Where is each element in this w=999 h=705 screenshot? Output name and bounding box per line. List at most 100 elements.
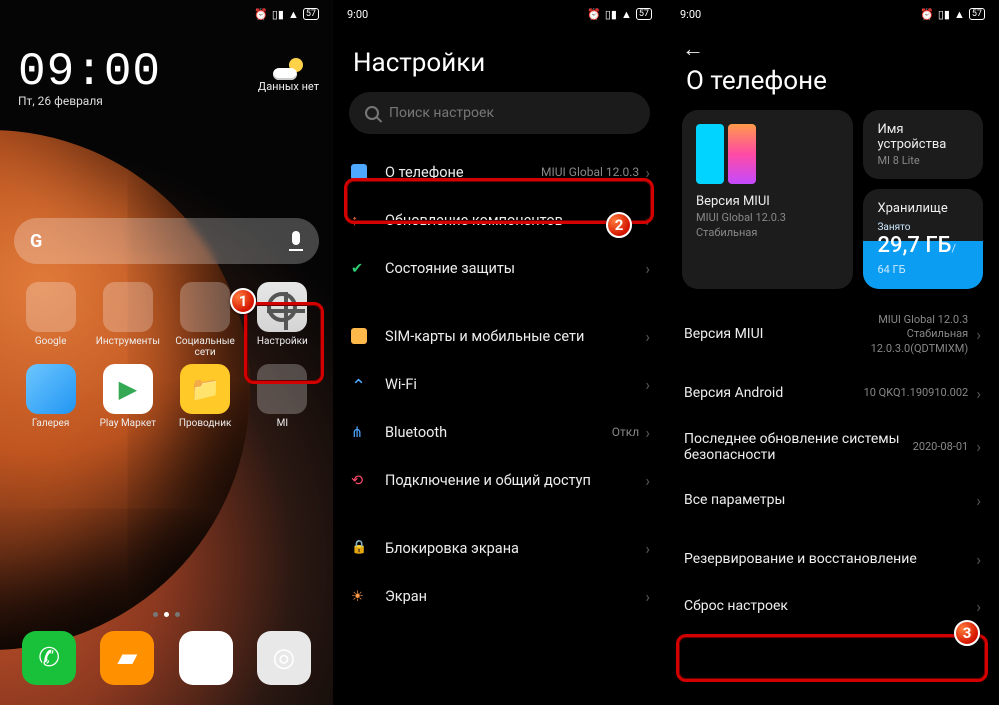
clock-date: Пт, 26 февраля: [18, 94, 315, 108]
settings-row-shield[interactable]: ✔Состояние защиты ›: [333, 244, 666, 292]
app-Социальные сети[interactable]: Социальные сети: [167, 282, 244, 358]
alarm-icon: ⏰: [587, 8, 601, 21]
chevron-right-icon: ›: [645, 163, 650, 182]
settings-row-display[interactable]: ☀ Экран›: [333, 572, 666, 620]
chevron-right-icon: ›: [645, 327, 650, 346]
about-row[interactable]: Все параметры›: [666, 477, 999, 524]
device-name-card[interactable]: Имя устройства MI 8 Lite: [863, 110, 983, 179]
row-label: Подключение и общий доступ: [385, 472, 645, 489]
about-row[interactable]: Резервирование и восстановление›: [666, 536, 999, 583]
app-label: Google: [35, 336, 67, 358]
google-search-bar[interactable]: G: [14, 218, 319, 264]
share-icon: ⟲: [349, 470, 369, 490]
signal-icon: ▯▮: [605, 8, 617, 21]
about-row[interactable]: Последнее обновление системы безопасност…: [666, 417, 999, 477]
app-Инструменты[interactable]: Инструменты: [89, 282, 166, 358]
status-bar: 9:00 ⏰ ▯▮ ▲ 57: [666, 0, 999, 28]
settings-icon[interactable]: [257, 282, 307, 332]
app-Play Маркет[interactable]: ▶Play Маркет: [89, 364, 166, 440]
about-row[interactable]: Сброс настроек›: [666, 583, 999, 630]
update-icon: ↑: [349, 210, 369, 230]
page-title: Настройки: [333, 28, 666, 92]
row-label: Экран: [385, 588, 645, 605]
row-label: Обновление компонентов: [385, 212, 636, 229]
app-Google[interactable]: Google: [12, 282, 89, 358]
chevron-right-icon: ›: [976, 597, 981, 616]
settings-row-wifi[interactable]: ⌃Wi-Fi ›: [333, 360, 666, 408]
app-Проводник[interactable]: 📁Проводник: [167, 364, 244, 440]
wifi-icon: ▲: [288, 8, 299, 21]
google-g-icon: G: [30, 231, 42, 252]
page-indicator[interactable]: [0, 612, 333, 617]
card-sub: Стабильная: [696, 226, 839, 239]
dock-messages[interactable]: ▰: [100, 631, 154, 685]
storage-busy-label: Занято: [877, 222, 969, 233]
row-label: Версия MIUI: [684, 326, 871, 342]
storage-used: 29,7 ГБ: [877, 233, 951, 258]
chevron-right-icon: ›: [976, 325, 981, 344]
mic-icon[interactable]: [289, 231, 303, 251]
chevron-right-icon: ›: [645, 587, 650, 606]
signal-icon: ▯▮: [272, 8, 284, 21]
about-phone-screen: 9:00 ⏰ ▯▮ ▲ 57 ← О телефоне Версия MIUI …: [666, 0, 999, 705]
settings-row-update[interactable]: ↑Обновление компонентов ›: [333, 196, 666, 244]
wifi-icon: ▲: [954, 8, 965, 21]
app-label: Проводник: [179, 418, 232, 440]
home-screen: ⏰ ▯▮ ▲ 57 09:00 Пт, 26 февраля Данных не…: [0, 0, 333, 705]
row-label: Версия Android: [684, 385, 864, 401]
app-label: Галерея: [32, 418, 69, 440]
miui-version-card[interactable]: Версия MIUI MIUI Global 12.0.3 Стабильна…: [682, 110, 853, 289]
chevron-right-icon: ›: [645, 259, 650, 278]
settings-row-bt[interactable]: ⋔BluetoothОткл›: [333, 408, 666, 456]
storage-card[interactable]: Хранилище Занято 29,7 ГБ/ 64 ГБ: [863, 189, 983, 289]
app-MI[interactable]: MI: [244, 364, 321, 440]
row-label: Блокировка экрана: [385, 540, 645, 557]
page-title: О телефоне: [666, 62, 999, 110]
lock-icon: 🔒: [349, 538, 369, 558]
card-label: Хранилище: [877, 201, 969, 216]
status-bar: ⏰ ▯▮ ▲ 57: [0, 0, 333, 28]
row-label: О телефоне: [385, 164, 541, 181]
app-label: Инструменты: [96, 336, 160, 358]
row-label: Резервирование и восстановление: [684, 551, 968, 567]
miui-logo: [696, 124, 756, 184]
alarm-icon: ⏰: [920, 8, 934, 21]
battery-icon: 57: [969, 8, 985, 20]
dock-camera[interactable]: ◎: [257, 631, 311, 685]
search-placeholder: Поиск настроек: [389, 105, 494, 121]
status-time: 9:00: [680, 8, 920, 21]
back-button[interactable]: ←: [666, 28, 999, 62]
wifi-icon: ⌃: [349, 374, 369, 394]
signal-icon: ▯▮: [938, 8, 950, 21]
dock-chrome[interactable]: ◉: [179, 631, 233, 685]
row-label: Bluetooth: [385, 424, 612, 441]
settings-row-about[interactable]: О телефонеMIUI Global 12.0.3 ›: [333, 148, 666, 196]
status-time: 9:00: [347, 8, 587, 21]
about-row[interactable]: Версия MIUIMIUI Global 12.0.3Стабильная1…: [666, 299, 999, 370]
sim-icon: [349, 326, 369, 346]
shield-icon: ✔: [349, 258, 369, 278]
chevron-right-icon: ›: [645, 539, 650, 558]
row-value: MIUI Global 12.0.3Стабильная12.0.3.0(QDT…: [871, 313, 969, 356]
app-label: Социальные сети: [167, 336, 244, 358]
settings-search[interactable]: Поиск настроек: [349, 92, 650, 134]
dock-phone[interactable]: ✆: [22, 631, 76, 685]
chevron-right-icon: ›: [645, 375, 650, 394]
card-label: Имя устройства: [877, 122, 969, 152]
row-label: Последнее обновление системы безопасност…: [684, 431, 913, 463]
app-Галерея[interactable]: Галерея: [12, 364, 89, 440]
about-icon: [349, 162, 369, 182]
chevron-right-icon: ›: [976, 384, 981, 403]
row-sub: MIUI Global 12.0.3: [541, 165, 639, 179]
settings-row-sim[interactable]: SIM-карты и мобильные сети›: [333, 312, 666, 360]
settings-row-lock[interactable]: 🔒 Блокировка экрана›: [333, 524, 666, 572]
about-row[interactable]: Версия Android10 QKQ1.190910.002›: [666, 370, 999, 417]
weather-icon: [273, 58, 303, 80]
bt-icon: ⋔: [349, 422, 369, 442]
app-Настройки[interactable]: Настройки: [244, 282, 321, 358]
display-icon: ☀: [349, 586, 369, 606]
chevron-right-icon: ›: [645, 423, 650, 442]
settings-row-share[interactable]: ⟲Подключение и общий доступ›: [333, 456, 666, 504]
row-label: Все параметры: [684, 492, 968, 508]
weather-widget[interactable]: Данных нет: [258, 58, 319, 93]
